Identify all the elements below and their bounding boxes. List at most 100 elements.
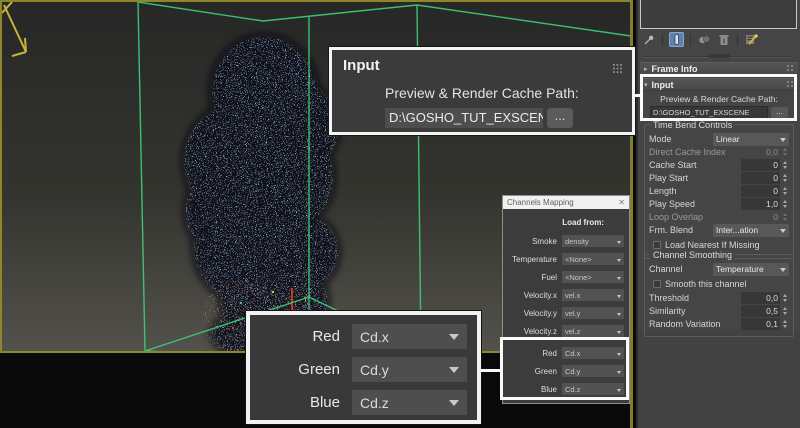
drag-handle-icon[interactable] (613, 60, 622, 78)
chevron-down-icon (617, 389, 621, 394)
callout-title: Input (343, 57, 380, 74)
remove-modifier-icon[interactable] (716, 32, 731, 47)
group-title: Time Bend Controls (650, 120, 735, 130)
blue-dropdown[interactable]: Cd.z (352, 390, 467, 415)
browse-button[interactable]: ... (771, 107, 788, 118)
cache-start-spinner[interactable]: 0 (741, 159, 789, 171)
fuel-dropdown[interactable]: <None> (562, 271, 624, 283)
cache-start-row: Cache Start 0 (649, 159, 789, 171)
temperature-dropdown[interactable]: <None> (562, 253, 624, 265)
frame-blend-dropdown[interactable]: Inter...ation (713, 224, 789, 237)
threshold-spinner[interactable]: 0,0 (741, 292, 789, 304)
application-window: ▸ Frame Info ▾ Input Preview & Render Ca… (0, 0, 800, 428)
velocity-x-dropdown[interactable]: vel.x (562, 289, 624, 301)
play-speed-spinner[interactable]: 1,0 (741, 198, 789, 210)
spinner-arrows-icon (780, 198, 789, 210)
rollout-dots-icon (787, 64, 794, 74)
green-row: Green Cd.y (508, 365, 624, 377)
spinner-arrows-icon (780, 318, 789, 330)
spinner-arrows-icon (780, 159, 789, 171)
chevron-down-icon (449, 367, 459, 378)
length-row: Length 0 (649, 185, 789, 197)
cache-path-field[interactable]: D:\GOSHO_TUT_EXSCENE (385, 108, 543, 128)
rgb-mapping-callout: Red Cd.x Green Cd.y Blue Cd.z (246, 311, 481, 424)
red-row: Red Cd.x (508, 347, 624, 359)
chevron-down-icon (617, 295, 621, 300)
rollout-frame-info[interactable]: ▸ Frame Info (640, 62, 798, 75)
toolbar-separator (737, 34, 738, 46)
smoke-row: Smoke density (508, 235, 624, 247)
chevron-down-icon: ▾ (644, 81, 648, 89)
threshold-row: Threshold 0,0 (649, 292, 789, 304)
chevron-down-icon (449, 334, 459, 345)
panel-resize-grip[interactable] (708, 54, 730, 58)
input-rollout-content: Preview & Render Cache Path: D:\GOSHO_TU… (640, 91, 798, 119)
chevron-down-icon (617, 353, 621, 358)
load-from-label: Load from: (508, 218, 624, 229)
blue-dropdown[interactable]: Cd.z (562, 383, 624, 395)
smoke-dropdown[interactable]: density (562, 235, 624, 247)
command-panel: ▸ Frame Info ▾ Input Preview & Render Ca… (636, 0, 800, 428)
frame-blend-row: Frm. Blend Inter...ation (649, 224, 789, 236)
modifier-stack-toolbar (638, 31, 800, 48)
chevron-down-icon (617, 371, 621, 376)
channel-dropdown[interactable]: Temperature (713, 263, 789, 276)
direct-cache-index-row: Direct Cache Index 0,0 (649, 146, 789, 158)
green-row: Green Cd.y (250, 357, 467, 382)
configure-modifier-sets-icon[interactable] (744, 32, 759, 47)
close-icon[interactable]: ✕ (618, 198, 625, 207)
show-end-result-icon[interactable] (669, 32, 684, 47)
chevron-right-icon: ▸ (644, 65, 648, 73)
chevron-down-icon (449, 400, 459, 411)
smooth-channel-checkbox[interactable] (653, 280, 661, 288)
rollout-title: Input (652, 80, 674, 90)
pin-stack-icon[interactable] (641, 32, 656, 47)
similarity-row: Similarity 0,5 (649, 305, 789, 317)
loop-overlap-row: Loop Overlap 0 (649, 211, 789, 223)
play-start-row: Play Start 0 (649, 172, 789, 184)
cache-path-field[interactable]: D:\GOSHO_TUT_EXSCENE (650, 106, 768, 119)
rollout-input[interactable]: ▾ Input (640, 78, 798, 91)
chevron-down-icon (780, 268, 786, 275)
play-start-spinner[interactable]: 0 (741, 172, 789, 184)
random-variation-spinner[interactable]: 0,1 (741, 318, 789, 330)
toolbar-separator (690, 34, 691, 46)
velocity-x-row: Velocity.x vel.x (508, 289, 624, 301)
similarity-spinner[interactable]: 0,5 (741, 305, 789, 317)
cache-path-label: Preview & Render Cache Path: (385, 85, 579, 101)
panel-empty-area (638, 330, 800, 428)
chevron-down-icon (617, 313, 621, 318)
viewport-arrow-icon (2, 2, 26, 56)
browse-button[interactable]: ... (547, 108, 573, 128)
make-unique-icon[interactable] (697, 32, 712, 47)
chevron-down-icon (617, 277, 621, 282)
callout-connector-line (479, 369, 501, 372)
dialog-titlebar[interactable]: Channels Mapping ✕ (503, 196, 629, 209)
toolbar-separator (662, 34, 663, 46)
channels-mapping-dialog: Channels Mapping ✕ Load from: Smoke dens… (503, 196, 629, 403)
channel-row: Channel Temperature (649, 263, 789, 275)
spinner-arrows-icon (780, 185, 789, 197)
random-variation-row: Random Variation 0,1 (649, 318, 789, 330)
spinner-arrows-icon (780, 146, 789, 158)
smoke-simulation (182, 34, 340, 351)
mode-dropdown[interactable]: Linear (713, 133, 789, 146)
green-dropdown[interactable]: Cd.y (562, 365, 624, 377)
fuel-row: Fuel <None> (508, 271, 624, 283)
velocity-y-dropdown[interactable]: vel.y (562, 307, 624, 319)
length-spinner[interactable]: 0 (741, 185, 789, 197)
modifier-stack-list[interactable] (640, 0, 797, 29)
load-nearest-checkbox[interactable] (653, 241, 661, 249)
rollout-dots-icon (787, 80, 794, 90)
chevron-down-icon (780, 138, 786, 145)
play-speed-row: Play Speed 1,0 (649, 198, 789, 210)
green-dropdown[interactable]: Cd.y (352, 357, 467, 382)
red-dropdown[interactable]: Cd.x (562, 347, 624, 359)
red-row: Red Cd.x (250, 324, 467, 349)
input-callout: Input Preview & Render Cache Path: D:\GO… (329, 47, 635, 135)
velocity-z-dropdown[interactable]: vel.z (562, 325, 624, 337)
velocity-y-row: Velocity.y vel.y (508, 307, 624, 319)
chevron-down-icon (617, 241, 621, 246)
red-dropdown[interactable]: Cd.x (352, 324, 467, 349)
chevron-down-icon (617, 331, 621, 336)
